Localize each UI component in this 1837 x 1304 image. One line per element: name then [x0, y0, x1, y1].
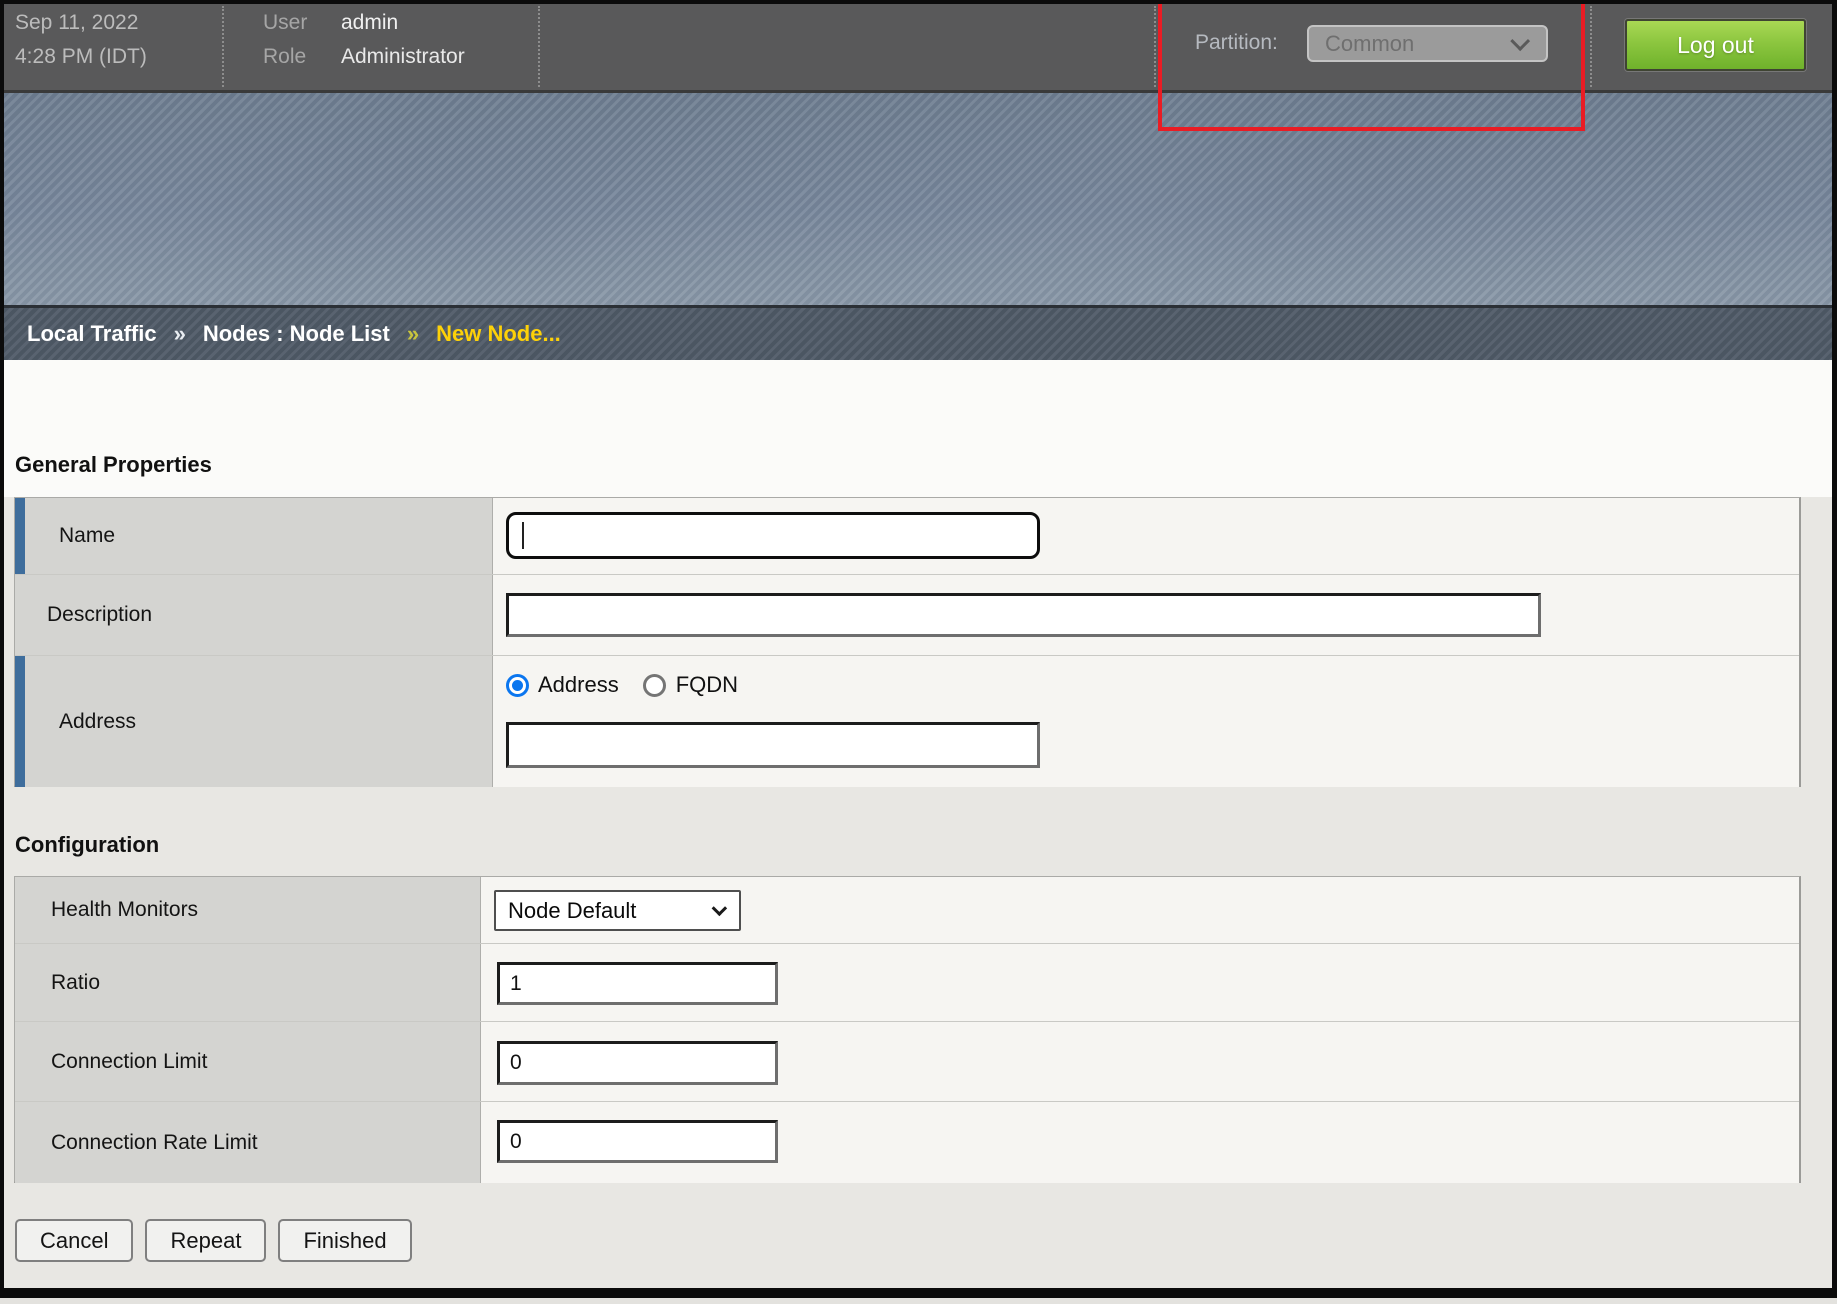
- fqdn-radio-label[interactable]: FQDN: [676, 672, 738, 698]
- breadcrumb-current-page: New Node...: [436, 321, 561, 347]
- ratio-label: Ratio: [51, 971, 100, 995]
- general-properties-title: General Properties: [15, 452, 212, 478]
- health-monitors-label: Health Monitors: [51, 898, 198, 922]
- required-field-marker: [15, 498, 25, 574]
- breadcrumb-separator-icon: »: [407, 321, 419, 347]
- table-row: Description: [15, 575, 1799, 656]
- role-value: Administrator: [341, 45, 465, 69]
- top-header-bar: Sep 11, 2022 4:28 PM (IDT) User admin Ro…: [0, 0, 1837, 93]
- description-row-label-cell: Description: [15, 575, 493, 655]
- address-radio-label[interactable]: Address: [538, 672, 619, 698]
- name-input[interactable]: [506, 512, 1040, 559]
- general-properties-table: Name Description Address Add: [14, 497, 1801, 787]
- configuration-title: Configuration: [15, 832, 159, 858]
- ratio-value-cell: [481, 944, 1799, 1021]
- fqdn-radio[interactable]: [643, 674, 666, 697]
- screenshot-border: [0, 0, 1837, 4]
- breadcrumb-local-traffic[interactable]: Local Traffic: [27, 321, 157, 347]
- ratio-input[interactable]: [497, 962, 778, 1005]
- connection-limit-label-cell: Connection Limit: [15, 1022, 481, 1101]
- header-separator: [1590, 6, 1592, 87]
- user-label: User: [263, 11, 307, 35]
- connection-limit-value-cell: [481, 1022, 1799, 1101]
- breadcrumb-separator-icon: »: [174, 321, 186, 347]
- description-row-value-cell: [493, 575, 1799, 655]
- health-monitors-label-cell: Health Monitors: [15, 877, 481, 943]
- table-row: Health Monitors Node Default: [15, 877, 1799, 944]
- table-row: Ratio: [15, 944, 1799, 1022]
- connection-rate-limit-label-cell: Connection Rate Limit: [15, 1102, 481, 1183]
- address-input[interactable]: [506, 722, 1040, 768]
- required-field-marker: [15, 656, 25, 787]
- header-time: 4:28 PM (IDT): [15, 45, 147, 69]
- partition-select[interactable]: Common: [1307, 25, 1548, 62]
- table-row: Connection Rate Limit: [15, 1102, 1799, 1183]
- form-action-buttons: Cancel Repeat Finished: [15, 1219, 412, 1262]
- bigip-new-node-page: Sep 11, 2022 4:28 PM (IDT) User admin Ro…: [0, 0, 1837, 1304]
- description-input[interactable]: [506, 593, 1541, 637]
- connection-rate-limit-label: Connection Rate Limit: [51, 1131, 258, 1155]
- connection-limit-label: Connection Limit: [51, 1050, 207, 1074]
- description-label: Description: [47, 603, 152, 627]
- screenshot-border: [0, 1298, 1837, 1304]
- screenshot-border: [0, 0, 4, 1298]
- chevron-down-icon: [712, 901, 728, 917]
- address-row-label-cell: Address: [15, 656, 493, 787]
- breadcrumb: Local Traffic » Nodes : Node List » New …: [0, 305, 1837, 360]
- address-label: Address: [59, 710, 136, 734]
- address-radio-selected[interactable]: [506, 674, 529, 697]
- screenshot-border: [1832, 0, 1837, 1298]
- header-separator: [1154, 6, 1156, 87]
- role-label: Role: [263, 45, 306, 69]
- content-area-top: [4, 360, 1832, 497]
- header-date: Sep 11, 2022: [15, 11, 138, 35]
- banner-stripe-area: [0, 93, 1837, 305]
- text-cursor: [522, 522, 524, 549]
- user-value: admin: [341, 11, 398, 35]
- address-row-value-cell: Address FQDN: [493, 656, 1799, 787]
- name-label: Name: [59, 524, 115, 548]
- table-row: Name: [15, 498, 1799, 575]
- connection-rate-limit-value-cell: [481, 1102, 1799, 1183]
- logout-button[interactable]: Log out: [1625, 19, 1806, 71]
- table-row: Connection Limit: [15, 1022, 1799, 1102]
- partition-label: Partition:: [1195, 31, 1278, 55]
- name-row-label-cell: Name: [15, 498, 493, 574]
- finished-button[interactable]: Finished: [278, 1219, 411, 1262]
- cancel-button[interactable]: Cancel: [15, 1219, 133, 1262]
- health-monitors-selected-value: Node Default: [508, 898, 636, 924]
- ratio-label-cell: Ratio: [15, 944, 481, 1021]
- connection-rate-limit-input[interactable]: [497, 1120, 778, 1163]
- header-separator: [538, 6, 540, 87]
- partition-selected-value: Common: [1325, 31, 1414, 57]
- connection-limit-input[interactable]: [497, 1041, 778, 1085]
- address-type-radio-group: Address FQDN: [506, 672, 738, 698]
- header-separator: [222, 6, 224, 87]
- configuration-table: Health Monitors Node Default Ratio Conne…: [14, 876, 1801, 1183]
- chevron-down-icon: [1510, 31, 1530, 51]
- breadcrumb-node-list[interactable]: Nodes : Node List: [203, 321, 390, 347]
- name-row-value-cell: [493, 498, 1799, 574]
- health-monitors-value-cell: Node Default: [481, 877, 1799, 943]
- health-monitors-select[interactable]: Node Default: [494, 890, 741, 931]
- table-row: Address Address FQDN: [15, 656, 1799, 787]
- repeat-button[interactable]: Repeat: [145, 1219, 266, 1262]
- screenshot-border: [0, 1288, 1837, 1298]
